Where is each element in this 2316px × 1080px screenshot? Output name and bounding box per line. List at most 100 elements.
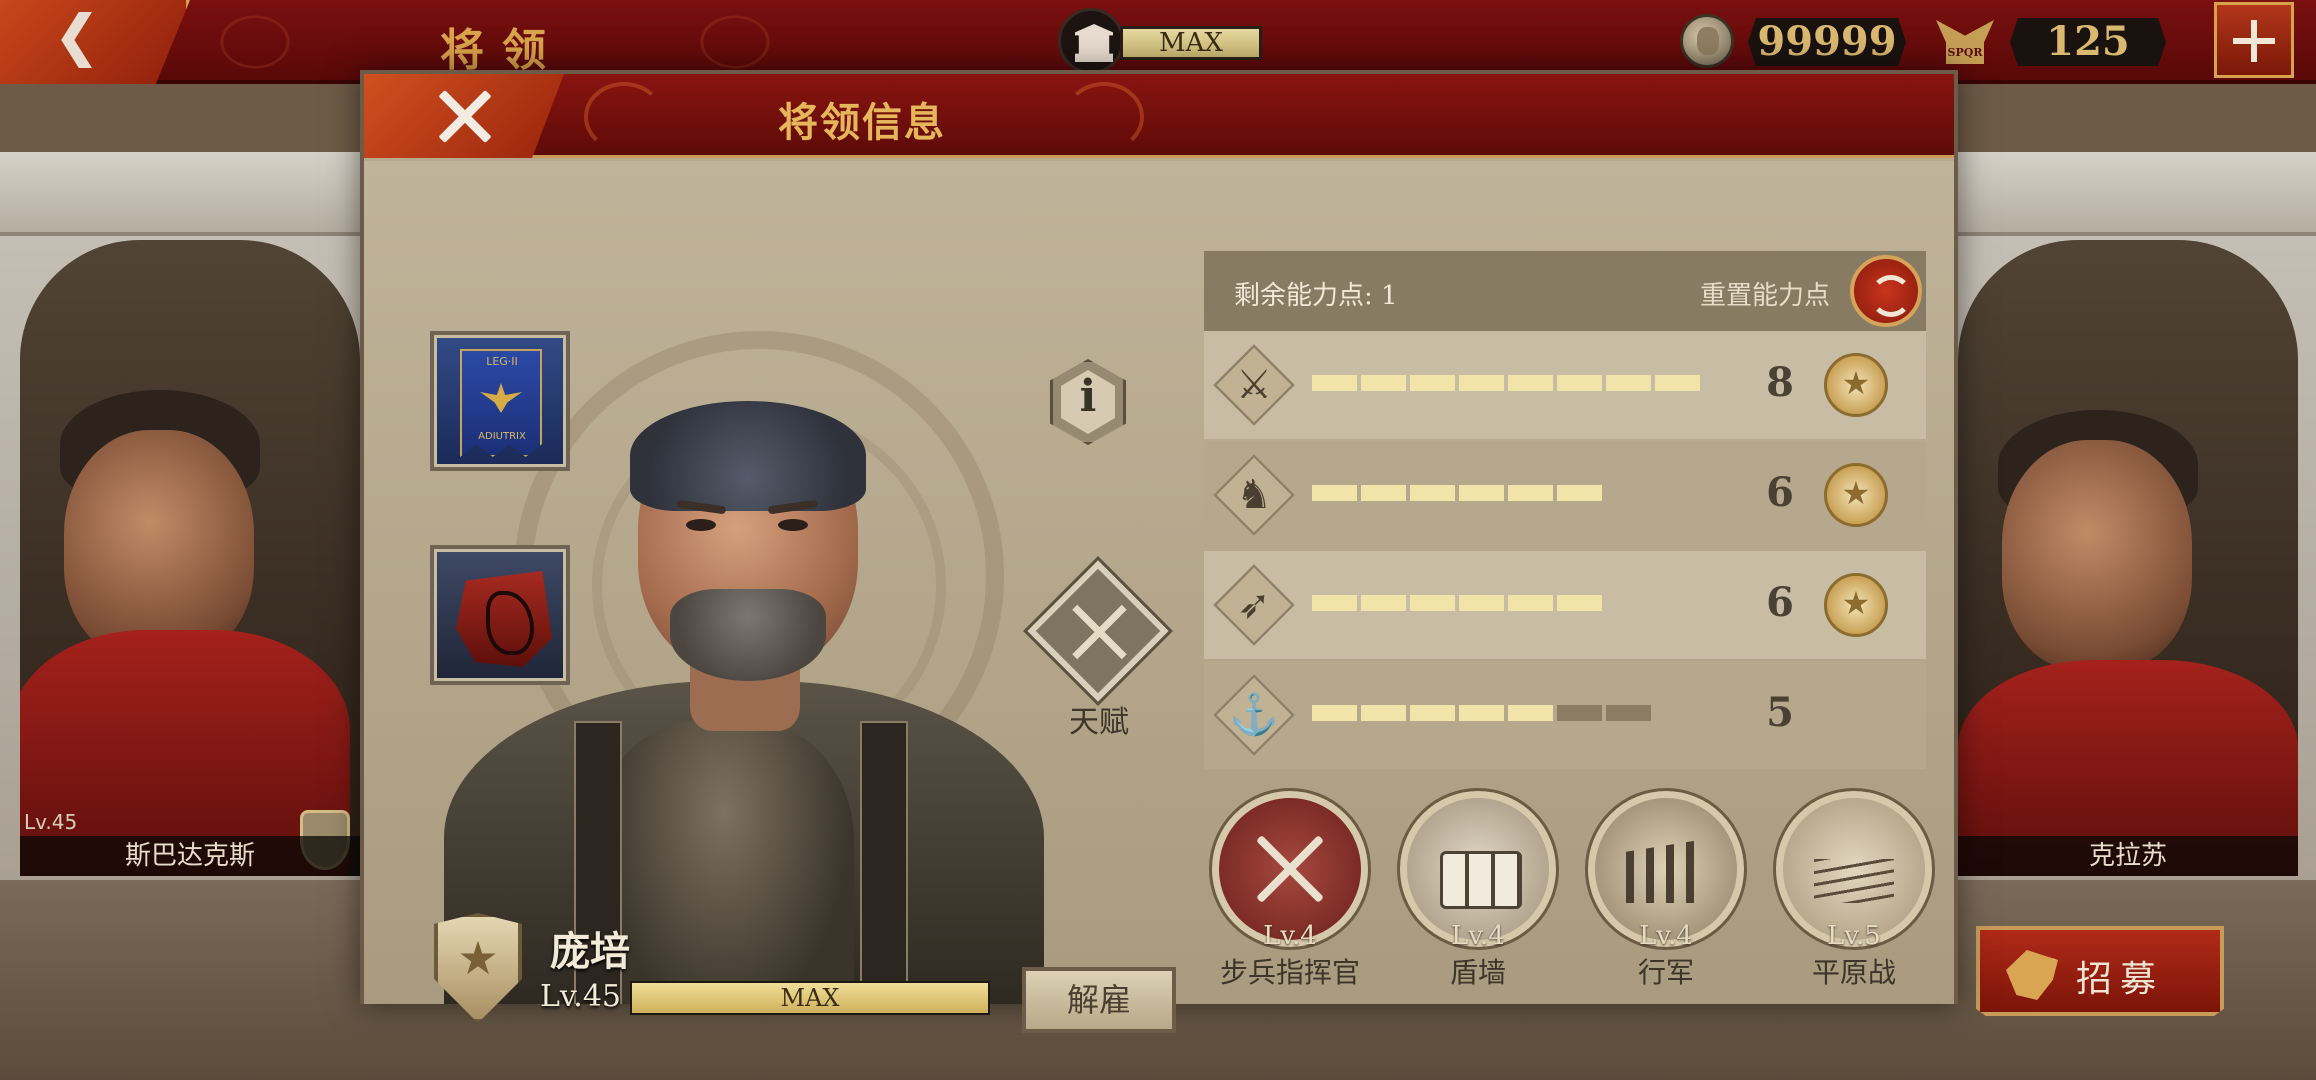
laurel-medal-icon[interactable] — [1824, 573, 1888, 637]
general-name: 克拉苏 — [1958, 836, 2298, 876]
gold-coin-icon — [1680, 14, 1734, 68]
info-icon: i — [1079, 371, 1097, 422]
shield-wall-icon — [1438, 829, 1522, 909]
marching-soldiers-icon — [1626, 829, 1706, 909]
hero-eye — [778, 519, 808, 531]
back-button[interactable] — [0, 0, 190, 84]
stat-segment-filled — [1361, 375, 1406, 391]
stat-segment-filled — [1459, 375, 1504, 391]
stat-segment-filled — [1312, 375, 1357, 391]
skill-shield-wall[interactable]: Lv.4 盾墙 — [1397, 788, 1559, 989]
bow-icon: ➶ — [1237, 582, 1271, 628]
stat-segment-filled — [1410, 705, 1455, 721]
stat-value: 8 — [1766, 359, 1794, 406]
skill-level: Lv.5 — [1827, 921, 1881, 951]
building-status-bar: MAX — [1120, 26, 1262, 60]
hero-armor-strap — [860, 721, 908, 1004]
skill-name: 盾墙 — [1449, 956, 1506, 989]
spqr-icon: SPQR — [1936, 12, 1994, 72]
stat-segment-filled — [1655, 375, 1700, 391]
experience-label: MAX — [780, 984, 840, 1012]
crossed-swords-icon — [1070, 603, 1128, 661]
talent-button[interactable] — [1023, 556, 1174, 707]
stat-value: 5 — [1766, 689, 1794, 736]
stat-segment-filled — [1557, 485, 1602, 501]
stat-value: 6 — [1766, 469, 1794, 516]
stat-segment-filled — [1557, 595, 1602, 611]
stat-segment-filled — [1361, 705, 1406, 721]
hero-hair — [630, 401, 866, 511]
page-title: 将领 — [440, 25, 564, 76]
skill-plains-battle[interactable]: Lv.5 平原战 — [1773, 788, 1935, 989]
stat-segment-filled — [1508, 375, 1553, 391]
recruit-button[interactable]: 招募 — [1976, 926, 2224, 1016]
spqr-amount: 125 — [2010, 18, 2166, 66]
laurel-decoration-icon — [1064, 82, 1144, 152]
dialog-header: 将领信息 — [364, 74, 1954, 158]
skill-march[interactable]: Lv.4 行军 — [1585, 788, 1747, 989]
back-arrow-icon — [61, 12, 92, 68]
skill-name: 平原战 — [1811, 956, 1896, 989]
hero-level: Lv.45 — [540, 979, 622, 1014]
stat-row-infantry: ⚔ 8 — [1204, 331, 1926, 439]
stat-segment-filled — [1312, 485, 1357, 501]
anchor-icon: ⚓ — [1229, 692, 1279, 738]
stat-segment-empty — [1557, 705, 1602, 721]
stat-segment-filled — [1361, 595, 1406, 611]
laurel-decoration-icon — [584, 82, 664, 152]
stat-segment-filled — [1508, 595, 1553, 611]
general-card-spartacus[interactable]: Lv.45 斯巴达克斯 — [20, 240, 360, 876]
gold-amount: 99999 — [1748, 18, 1906, 66]
skill-name: 行军 — [1637, 956, 1694, 989]
dismiss-button[interactable]: 解雇 — [1022, 967, 1176, 1033]
stat-segment-filled — [1410, 595, 1455, 611]
reset-points-button[interactable] — [1850, 255, 1922, 327]
skill-infantry-commander[interactable]: Lv.4 步兵指挥官 — [1209, 788, 1371, 989]
general-card-crassus[interactable]: 克拉苏 — [1958, 240, 2298, 876]
experience-bar: MAX — [630, 981, 990, 1015]
stat-segment-filled — [1459, 485, 1504, 501]
stat-segment-empty — [1606, 705, 1651, 721]
crossed-swords-icon — [1250, 829, 1330, 909]
stat-segment-filled — [1361, 485, 1406, 501]
stat-row-cavalry: ♞ 6 — [1204, 441, 1926, 549]
stat-value: 6 — [1766, 579, 1794, 626]
remaining-points-label: 剩余能力点: 1 — [1234, 281, 1398, 311]
stat-segment-filled — [1508, 705, 1553, 721]
close-button[interactable] — [364, 74, 564, 158]
spqr-plate-label: SPQR — [1946, 42, 1984, 64]
laurel-medal-icon[interactable] — [1824, 353, 1888, 417]
stat-segment-filled — [1508, 485, 1553, 501]
general-info-dialog: 将领信息 LEG·II ADIUTRIX i 天赋 ★ 庞培 Lv.45 MAX… — [360, 70, 1958, 1033]
general-level: Lv.45 — [24, 810, 78, 834]
helmet-plus-icon — [2006, 950, 2058, 1000]
recruit-label: 招募 — [2076, 959, 2165, 1000]
stat-segment-filled — [1312, 705, 1357, 721]
dialog-title: 将领信息 — [778, 99, 946, 146]
general-face — [64, 430, 254, 660]
stat-row-archer: ➶ 6 — [1204, 551, 1926, 659]
hero-cuirass — [594, 721, 854, 1004]
horse-icon: ♞ — [1236, 472, 1272, 518]
general-face — [2002, 440, 2192, 670]
skill-level: Lv.4 — [1639, 921, 1693, 951]
hero-beard — [670, 589, 826, 681]
building-icon[interactable] — [1058, 8, 1124, 74]
stat-segment-filled — [1557, 375, 1602, 391]
hero-name: 庞培 — [550, 928, 630, 975]
dialog-body: LEG·II ADIUTRIX i 天赋 庞培 — [364, 161, 1954, 1033]
banner-text-top: LEG·II — [486, 355, 518, 368]
laurel-decoration-icon — [200, 0, 310, 84]
ability-points-header: 剩余能力点: 1 重置能力点 — [1204, 251, 1926, 331]
reset-points-label: 重置能力点 — [1700, 281, 1831, 311]
skill-name: 步兵指挥官 — [1219, 956, 1360, 989]
stat-segment-filled — [1459, 595, 1504, 611]
laurel-medal-icon[interactable] — [1824, 463, 1888, 527]
stat-segment-filled — [1410, 375, 1455, 391]
skill-level: Lv.4 — [1451, 921, 1505, 951]
add-resource-button[interactable] — [2214, 2, 2294, 78]
stat-segment-filled — [1459, 705, 1504, 721]
hero-eye — [686, 519, 716, 531]
hero-portrait — [424, 391, 1064, 1004]
stat-row-navy: ⚓ 5 — [1204, 661, 1926, 769]
